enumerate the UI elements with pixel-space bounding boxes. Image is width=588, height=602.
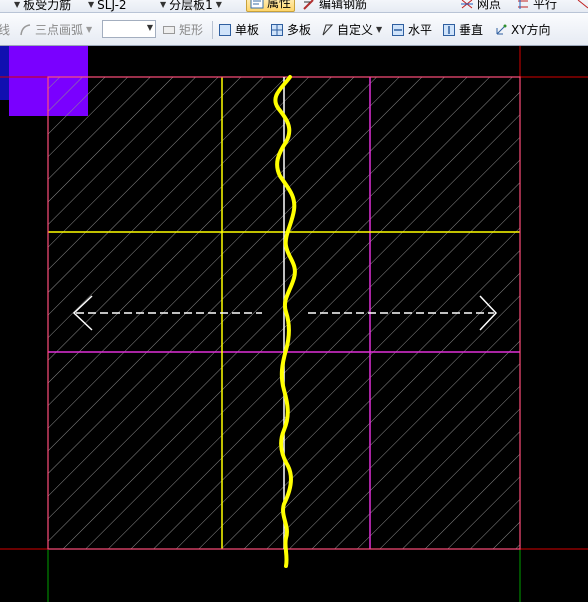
edit-rebar-button[interactable]: 编辑钢筋 (302, 0, 368, 12)
xy-direction-button[interactable]: XY方向 (494, 20, 551, 40)
member-dropdown[interactable]: ▼ SLJ-2 (88, 0, 127, 12)
edit-rebar-icon (303, 0, 314, 10)
arc-label: 三点画弧 (35, 23, 84, 37)
parallel-icon (518, 0, 528, 9)
chevron-down-icon: ▼ (215, 0, 222, 9)
horizontal-button[interactable]: 水平 (391, 20, 432, 40)
property-icon (250, 0, 264, 9)
rectangle-icon (163, 26, 175, 34)
chevron-down-icon: ▼ (86, 25, 93, 34)
vertical-button[interactable]: 垂直 (442, 20, 483, 40)
chevron-down-icon: ▼ (14, 0, 21, 9)
rectangle-label: 矩形 (179, 23, 204, 37)
chevron-down-icon: ▼ (376, 25, 383, 34)
multi-slab-button[interactable]: 多板 (270, 20, 311, 40)
toolbar-separator (212, 21, 213, 39)
edit-rebar-label: 编辑钢筋 (319, 0, 368, 11)
property-button[interactable]: 属性 (246, 0, 296, 12)
custom-button[interactable]: 自定义 ▼ (320, 20, 382, 40)
grid-point-button[interactable]: 网点 (460, 0, 502, 12)
custom-icon (322, 24, 334, 36)
layer-value: 分层板1 (169, 0, 213, 12)
rebar-type-value: 板受力筋 (23, 0, 72, 12)
blue-marker (0, 46, 9, 100)
layer-dropdown[interactable]: ▼ 分层板1 ▼ (160, 0, 222, 12)
chevron-down-icon: ▼ (160, 0, 167, 9)
chevron-down-icon: ▼ (146, 23, 153, 32)
parallel-label: 平行 (533, 0, 558, 11)
property-label: 属性 (267, 0, 292, 10)
grid-point-label: 网点 (477, 0, 502, 11)
rectangle-button[interactable]: 矩形 (162, 20, 203, 40)
drawing-canvas[interactable] (0, 46, 588, 602)
three-point-arc-button[interactable]: 三点画弧 ▼ (18, 20, 92, 40)
top-toolbar: ▼ 板受力筋 ▼ SLJ-2 ▼ 分层板1 ▼ 属性 编辑钢筋 网点 平行 (0, 0, 588, 13)
arc-icon (20, 24, 31, 36)
rebar-type-dropdown[interactable]: ▼ 板受力筋 (14, 0, 72, 12)
chevron-down-icon: ▼ (88, 0, 95, 9)
single-slab-icon (219, 24, 231, 36)
grid-point-icon (461, 0, 473, 9)
line-tool[interactable]: 线 (0, 20, 10, 40)
vertical-icon (443, 24, 455, 36)
xy-direction-label: XY方向 (511, 23, 551, 37)
custom-label: 自定义 (337, 23, 374, 37)
xy-direction-icon (496, 24, 507, 35)
line-label: 线 (0, 20, 10, 40)
single-slab-label: 单板 (235, 23, 260, 37)
parallel-button[interactable]: 平行 (516, 0, 558, 12)
horizontal-label: 水平 (408, 23, 433, 37)
draw-toolbar: 线 三点画弧 ▼ ▼ 矩形 单板 多板 自定义 ▼ 水平 垂直 XY方向 (0, 13, 588, 46)
horizontal-icon (392, 24, 404, 36)
vertical-label: 垂直 (459, 23, 484, 37)
arc-param-combo[interactable]: ▼ (102, 20, 156, 38)
single-slab-button[interactable]: 单板 (218, 20, 259, 40)
cad-drawing[interactable] (0, 46, 588, 602)
overflow-button[interactable] (576, 0, 588, 12)
overflow-icon (577, 0, 588, 9)
multi-slab-icon (271, 24, 283, 36)
member-value: SLJ-2 (97, 0, 127, 12)
multi-slab-label: 多板 (287, 23, 312, 37)
